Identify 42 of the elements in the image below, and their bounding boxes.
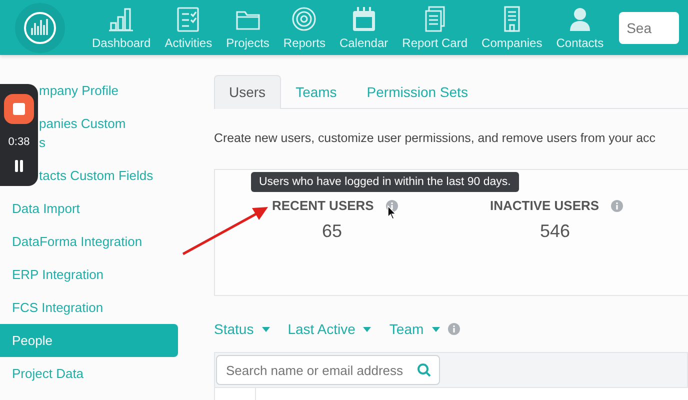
filter-dropdown[interactable]: Status xyxy=(214,321,270,337)
nav-item[interactable]: Calendar xyxy=(332,5,396,50)
recording-time: 0:38 xyxy=(8,136,30,148)
tab[interactable]: Teams xyxy=(280,75,352,108)
description-text: Create new users, customize user permissions, and remove users from your acc xyxy=(214,130,656,147)
sidebar-item[interactable]: tacts Custom Fields xyxy=(39,159,178,192)
caret-icon xyxy=(432,326,440,332)
nav-item[interactable]: Reports xyxy=(276,5,332,50)
sidebar-item[interactable]: ERP Integration xyxy=(0,258,178,291)
target-icon xyxy=(290,5,318,33)
pause-icon[interactable] xyxy=(14,160,24,172)
sidebar-item[interactable]: People xyxy=(0,324,178,357)
stop-button[interactable] xyxy=(4,94,34,124)
tab[interactable]: Permission Sets xyxy=(352,75,483,108)
sidebar-item[interactable]: DataForma Integration xyxy=(0,225,178,258)
nav-item[interactable]: Activities xyxy=(158,5,220,50)
caret-icon xyxy=(262,326,270,332)
caret-icon xyxy=(363,326,372,332)
tab[interactable]: Users xyxy=(214,75,281,109)
stat-value: 65 xyxy=(322,221,342,242)
search-icon[interactable] xyxy=(417,363,431,377)
sidebar-item[interactable]: mpany Profile xyxy=(39,74,178,107)
sidebar-item[interactable]: FCS Integration xyxy=(0,291,178,324)
nav-item[interactable]: Report Card xyxy=(395,5,475,50)
tooltip: Users who have logged in within the last 90 days. xyxy=(251,172,519,192)
stat-label: RECENT USERS xyxy=(272,198,374,213)
nav-item[interactable]: Projects xyxy=(219,5,276,50)
search-field[interactable]: Search name or email address xyxy=(216,355,440,385)
sidebar-item[interactable]: panies Custom s xyxy=(39,107,178,159)
filter-dropdown[interactable]: Team xyxy=(389,321,440,337)
stat-value: 546 xyxy=(540,221,570,242)
search-field[interactable]: Sea xyxy=(618,12,679,44)
sidebar-item[interactable]: Data Import xyxy=(0,192,178,225)
nav-item[interactable]: Companies xyxy=(474,5,550,50)
nav-item[interactable]: Contacts xyxy=(549,5,611,50)
cursor-icon xyxy=(387,205,397,220)
stat-label: INACTIVE USERS xyxy=(490,198,600,213)
logo-icon[interactable] xyxy=(15,2,65,52)
sidebar-item[interactable]: Project Data xyxy=(0,357,178,390)
bar-chart-icon xyxy=(107,5,136,33)
filter-dropdown[interactable]: Last Active xyxy=(288,321,372,337)
nav-item[interactable]: Dashboard xyxy=(85,5,158,50)
